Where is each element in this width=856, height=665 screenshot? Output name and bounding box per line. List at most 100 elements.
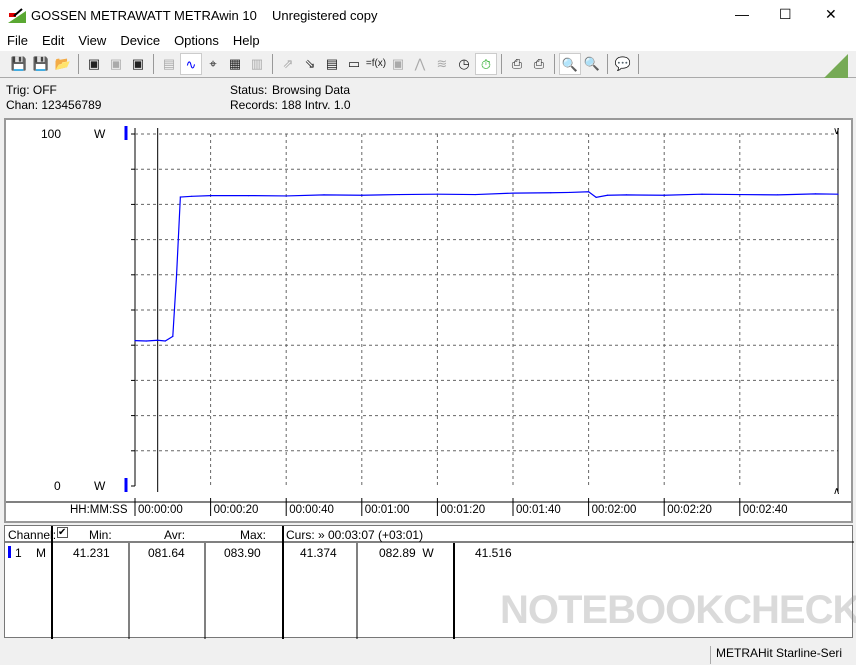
- y-unit-bottom: W: [94, 479, 106, 493]
- data-point: [663, 194, 665, 196]
- data-point: [436, 193, 438, 195]
- cursor-value-1: 41.374: [300, 546, 337, 560]
- channel-header: Channel:: [8, 528, 57, 542]
- y-label-bottom: 0: [54, 479, 61, 493]
- x-tick-label: 00:02:00: [592, 504, 637, 516]
- max-value: 083.90: [224, 546, 261, 560]
- min-value: 41.231: [73, 546, 110, 560]
- channel-list: Chan: 123456789: [6, 98, 102, 112]
- data-point: [701, 193, 703, 195]
- device-status: METRAHit Starline-Seri: [710, 646, 842, 664]
- data-point: [175, 274, 178, 276]
- device-read-icon[interactable]: ▣: [83, 53, 105, 75]
- protocol-icon[interactable]: ▤: [321, 53, 343, 75]
- zoom-cursor-icon[interactable]: 🔍: [581, 53, 603, 75]
- close-button[interactable]: ✕: [825, 6, 837, 23]
- license-title: Unregistered copy: [272, 8, 378, 23]
- cursor-value-3: 41.516: [475, 546, 512, 560]
- x-tick-label: 00:00:20: [214, 504, 259, 516]
- records-info: Records: 188 Intrv. 1.0: [230, 98, 351, 112]
- function-icon[interactable]: =f(x): [365, 53, 387, 75]
- x-tick-label: 00:00:40: [289, 504, 334, 516]
- chart-area[interactable]: 100 0 W W 00:00:00 00:00:20 00:00:40 00:01:00 00…: [4, 118, 853, 523]
- menu-bar: File Edit View Device Options Help: [0, 31, 856, 51]
- device-clear-icon[interactable]: ▣: [105, 53, 127, 75]
- avr-value: 081.64: [148, 546, 185, 560]
- comment-icon[interactable]: 💬: [612, 53, 634, 75]
- y-unit-top: W: [94, 127, 106, 141]
- data-point: [606, 194, 609, 196]
- toolbar: 💾 💾 📂 ▣ ▣ ▣ ▤ ∿ ⌖ ▦ ▥ ⇗ ⇘ ▤ ▭ =f(x) ▣ ⋀ …: [0, 51, 856, 78]
- chart-svg: 100 0 W W 00:00:00 00:00:20 00:00:40 00:01:00 00…: [6, 126, 851, 516]
- import-icon[interactable]: ⇘: [299, 53, 321, 75]
- stopwatch-icon[interactable]: ⏱: [475, 53, 497, 75]
- table-icon[interactable]: ▦: [224, 53, 246, 75]
- trigger-icon[interactable]: ⋀: [409, 53, 431, 75]
- x-tick-label: 00:00:00: [138, 504, 183, 516]
- info-panel: Trig: OFF Chan: 123456789 Status: Browsi…: [0, 80, 856, 116]
- cursor-value-2: 082.89 W: [379, 546, 434, 560]
- channel-number: 1: [15, 546, 22, 560]
- zoom-wave-icon[interactable]: 🔍: [559, 53, 581, 75]
- save-as-icon[interactable]: 💾: [30, 53, 52, 75]
- app-title: METRAwin 10: [174, 8, 257, 23]
- minimize-button[interactable]: —: [735, 6, 749, 22]
- x-tick-label: 00:01:00: [365, 504, 410, 516]
- print-icon[interactable]: ⎙: [506, 53, 528, 75]
- status-value: Browsing Data: [272, 83, 351, 97]
- device-icon[interactable]: ▣: [387, 53, 409, 75]
- data-point: [588, 191, 590, 193]
- bars-icon[interactable]: ▥: [246, 53, 268, 75]
- waveform-icon[interactable]: ∿: [180, 53, 202, 75]
- data-point: [210, 195, 212, 197]
- menu-options[interactable]: Options: [167, 31, 226, 51]
- data-point: [323, 194, 325, 196]
- menu-edit[interactable]: Edit: [35, 31, 71, 51]
- x-tick-label: 00:01:40: [516, 504, 561, 516]
- data-point: [739, 193, 741, 196]
- cursor-header: Curs: » 00:03:07 (+03:01): [286, 528, 424, 542]
- menu-help[interactable]: Help: [226, 31, 267, 51]
- data-point: [145, 340, 147, 342]
- data-point: [777, 194, 779, 196]
- app-logo-icon: [8, 8, 26, 23]
- monitor-icon[interactable]: ▭: [343, 53, 365, 75]
- x-axis-label: HH:MM:SS: [70, 504, 128, 516]
- status-triangle-icon: [824, 54, 848, 78]
- data-point: [179, 196, 181, 198]
- maximize-button[interactable]: ☐: [779, 6, 792, 23]
- menu-view[interactable]: View: [71, 31, 113, 51]
- crosshair-icon[interactable]: ⌖: [202, 53, 224, 75]
- channel-checkbox[interactable]: ✔: [57, 527, 68, 538]
- title-bar: GOSSEN METRAWATT METRAwin 10 Unregistere…: [0, 0, 856, 31]
- data-point: [625, 194, 628, 196]
- open-folder-icon[interactable]: 📂: [52, 53, 74, 75]
- sampling-icon[interactable]: ≋: [431, 53, 453, 75]
- channel-mode: M: [36, 546, 46, 560]
- scroll-down-marker: ∧: [833, 486, 840, 497]
- device-memory-icon[interactable]: ▣: [127, 53, 149, 75]
- data-point: [814, 193, 817, 195]
- data-point: [285, 195, 287, 197]
- y-label-top: 100: [41, 127, 61, 141]
- x-tick-label: 00:02:20: [667, 504, 712, 516]
- data-point: [595, 196, 597, 198]
- trigger-status: Trig: OFF: [6, 83, 57, 97]
- x-tick-label: 00:02:40: [743, 504, 788, 516]
- min-header: Min:: [89, 528, 112, 542]
- data-point: [474, 193, 476, 196]
- series-line-0: [134, 191, 839, 342]
- data-point: [134, 340, 136, 342]
- max-header: Max:: [240, 528, 267, 542]
- data-point: [157, 339, 159, 341]
- printer-icon[interactable]: ⎙: [528, 53, 550, 75]
- watermark: NOTEBOOKCHECK: [500, 588, 856, 632]
- digital-display-icon[interactable]: ▤: [158, 53, 180, 75]
- data-point: [569, 191, 571, 194]
- menu-file[interactable]: File: [0, 31, 35, 51]
- export-icon[interactable]: ⇗: [277, 53, 299, 75]
- menu-device[interactable]: Device: [113, 31, 167, 51]
- clock-icon[interactable]: ◷: [453, 53, 475, 75]
- data-point: [550, 192, 552, 194]
- save-icon[interactable]: 💾: [8, 53, 30, 75]
